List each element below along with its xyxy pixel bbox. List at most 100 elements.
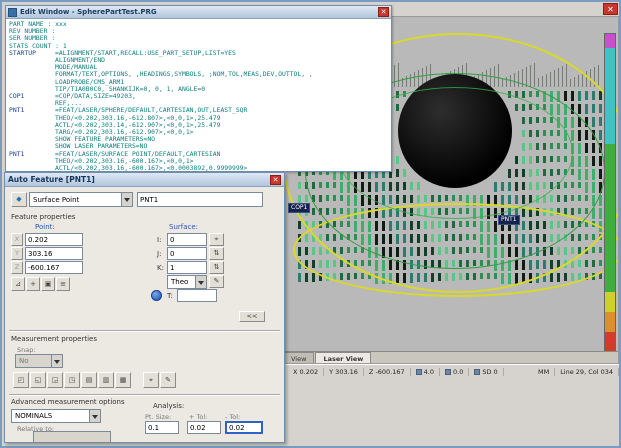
scale-segment [605,144,615,292]
analysis-label: Analysis: [153,402,184,410]
code-command-label: COP1 [9,93,55,100]
code-command-label: PNT1 [9,151,55,158]
chevron-down-icon [89,410,100,422]
chevron-down-icon [121,193,132,206]
list-mode-button[interactable]: ≡ [56,277,70,291]
status-units: MM [533,368,555,376]
edit-window: Edit Window - SpherePartTest.PRG ✕ PART … [5,5,392,172]
code-command-label: STARTUP [9,50,55,57]
view-tabbar: ViewLaser View [253,351,619,364]
status-right-group: MMLine 29, Col 034 [533,368,619,376]
feature-type-dropdown[interactable]: Surface Point [29,192,133,207]
edit-window-close-button[interactable]: ✕ [378,7,389,17]
status-caret-position: Line 29, Col 034 [555,368,619,376]
t-value-input[interactable] [177,289,217,302]
free-scan-button[interactable]: ▦ [115,372,131,388]
pt-size-input[interactable] [145,421,179,434]
status-probe-value: 4.0 [411,368,440,376]
z-coordinate-input[interactable] [25,261,83,274]
box-mode-button[interactable]: ▣ [41,277,55,291]
y-axis-button[interactable]: Y [11,247,23,260]
point-toolbar: ⊿+▣≡ [11,277,70,291]
nominals-value: NOMINALS [12,412,89,420]
measure-toolbar-2: ⌖✎ [143,372,176,388]
scale-segment [605,292,615,312]
tab-laser-view[interactable]: Laser View [315,352,371,364]
point-cloud-bar [298,221,301,229]
edge-scan-button[interactable]: ▥ [98,372,114,388]
k-label: K: [157,264,164,272]
k-vector-input[interactable] [167,261,207,274]
tab-view[interactable]: View [283,352,314,364]
dialog-titlebar[interactable]: Auto Feature [PNT1] ✕ [5,173,284,187]
scan-line [598,65,599,87]
section-divider [9,330,280,332]
status-coordinate: Z -600.167 [364,368,411,376]
angle-measure-button[interactable]: ⊿ [11,277,25,291]
point-cloud-bar [298,273,301,282]
edit-window-icon [8,8,17,17]
code-command-label: PNT1 [9,107,55,114]
relative-to-input [33,431,111,443]
surface-point-icon[interactable]: ◆ [11,192,27,207]
t-label: T: [167,292,173,300]
scale-segment [605,48,615,144]
perimeter-scan-button[interactable]: ◳ [64,372,80,388]
advanced-options-label: Advanced measurement options [11,398,125,406]
edit-code-area[interactable]: PART NAME : xxxREV NUMBER :SER NUMBER :S… [6,19,391,171]
scan-path-button[interactable]: ◰ [13,372,29,388]
j-vector-input[interactable] [167,247,207,260]
vector-target-button[interactable]: ⌖ [209,233,224,246]
k-spinner-button[interactable]: ⇅ [209,261,224,274]
edit-window-title: Edit Window - SpherePartTest.PRG [20,8,378,16]
probe-status-icon [416,369,422,375]
scale-segment [605,34,615,48]
pnt-label[interactable]: PNT1 [498,215,520,225]
j-label: J: [157,250,161,258]
plus-tol-label: + Tol: [189,413,207,421]
code-line: PART NAME : xxx [9,21,391,28]
x-axis-button[interactable]: X [11,233,23,246]
patch-scan-button[interactable]: ◲ [47,372,63,388]
edit-path-button[interactable]: ✎ [160,372,176,388]
deviation-color-scale [604,33,616,357]
cop-label[interactable]: COP1 [288,203,310,213]
crosshair-button[interactable]: + [26,277,40,291]
theo-actual-value: Theo [168,278,195,286]
app-close-button[interactable]: ✕ [603,3,618,15]
feature-name-input[interactable] [137,192,263,207]
edit-vector-button[interactable]: ✎ [209,275,224,288]
minus-tol-input[interactable] [225,421,263,434]
measure-toolbar-1: ◰◱◲◳▤▥▦ [13,372,131,388]
nominals-dropdown[interactable]: NOMINALS [11,409,101,423]
plus-tol-input[interactable] [187,421,221,434]
collapse-dialog-button[interactable]: << [239,311,265,322]
grid-scan-button[interactable]: ◱ [30,372,46,388]
auto-feature-dialog: Auto Feature [PNT1] ✕ ◆ Surface Point Fe… [4,172,285,443]
dialog-title: Auto Feature [PNT1] [8,175,270,184]
j-spinner-button[interactable]: ⇅ [209,247,224,260]
x-coordinate-input[interactable] [25,233,83,246]
y-coordinate-input[interactable] [25,247,83,260]
section-scan-button[interactable]: ▤ [81,372,97,388]
status-coordinate: X 0.202 [288,368,324,376]
code-command-text: ACTL/<0.202,303.16,-600.167>,<0.0003892,… [55,164,247,171]
i-vector-input[interactable] [167,233,207,246]
z-axis-button[interactable]: Z [11,261,23,274]
round-indicator-button[interactable] [151,290,162,301]
status-coordinate: Y 303.16 [324,368,364,376]
chevron-down-icon [195,276,206,288]
surface-label: Surface: [169,223,198,231]
pt-size-label: Pt. Size: [145,413,171,421]
dialog-close-button[interactable]: ✕ [270,175,281,185]
probe-toggle-button[interactable]: ⌖ [143,372,159,388]
scale-segment [605,312,615,332]
chevron-down-icon [51,355,62,367]
snap-value: No [16,357,51,365]
edit-window-titlebar[interactable]: Edit Window - SpherePartTest.PRG ✕ [6,6,391,19]
point-label: Point: [35,223,55,231]
i-label: I: [157,236,161,244]
theo-actual-dropdown[interactable]: Theo [167,275,207,289]
feature-type-value: Surface Point [30,196,121,204]
point-cloud-bar [305,273,308,282]
